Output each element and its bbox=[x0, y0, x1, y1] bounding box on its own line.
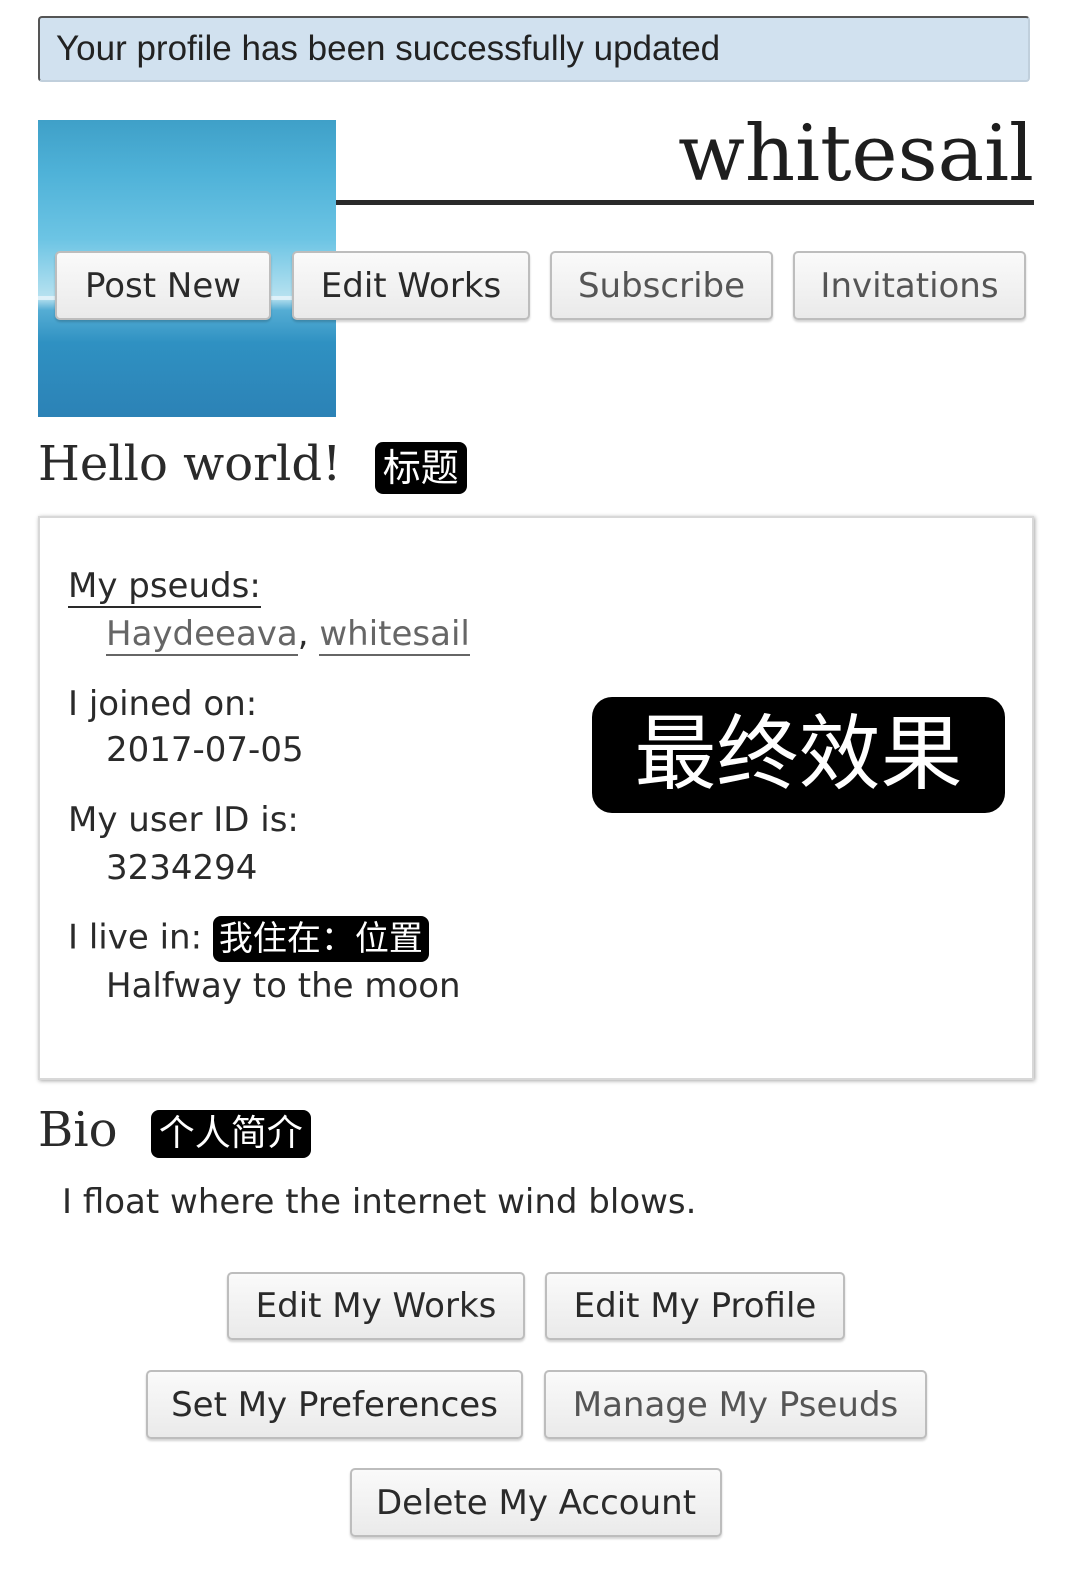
location-value: Halfway to the moon bbox=[106, 966, 461, 1006]
location-label: I live in: bbox=[68, 917, 203, 958]
pseuds-list: Haydeeava, whitesail bbox=[106, 614, 470, 656]
bio-heading-tag: 个人简介 bbox=[150, 1109, 311, 1158]
edit-works-button[interactable]: Edit Works bbox=[292, 251, 530, 320]
invitations-button[interactable]: Invitations bbox=[793, 251, 1026, 320]
delete-my-account-button[interactable]: Delete My Account bbox=[350, 1468, 722, 1537]
page-title: whitesail bbox=[336, 108, 1034, 205]
edit-my-profile-button[interactable]: Edit My Profile bbox=[545, 1272, 845, 1340]
location-tag: 我住在：位置 bbox=[212, 916, 429, 962]
final-result-tag: 最终效果 bbox=[592, 697, 1005, 813]
intro-heading-text: Hello world! bbox=[38, 436, 342, 492]
flash-notice: Your profile has been successfully updat… bbox=[38, 16, 1030, 82]
edit-my-works-button[interactable]: Edit My Works bbox=[227, 1272, 525, 1340]
location-label-row: I live in: 我住在：位置 bbox=[68, 916, 429, 962]
user-id-label: My user ID is: bbox=[68, 800, 299, 840]
pseuds-separator: , bbox=[297, 614, 309, 654]
manage-my-pseuds-button[interactable]: Manage My Pseuds bbox=[544, 1370, 927, 1439]
bio-heading-text: Bio bbox=[38, 1102, 118, 1158]
intro-heading-tag: 标题 bbox=[374, 441, 467, 494]
bio-heading: Bio 个人简介 bbox=[38, 1100, 311, 1160]
pseuds-label: My pseuds: bbox=[68, 566, 261, 608]
pseud-link-whitesail[interactable]: whitesail bbox=[319, 614, 470, 656]
post-new-button[interactable]: Post New bbox=[55, 251, 271, 320]
joined-value: 2017-07-05 bbox=[106, 730, 304, 770]
pseud-link-haydeeava[interactable]: Haydeeava bbox=[106, 614, 298, 656]
user-id-value: 3234294 bbox=[106, 848, 258, 888]
joined-label: I joined on: bbox=[68, 684, 258, 724]
subscribe-button[interactable]: Subscribe bbox=[550, 251, 773, 320]
bio-text: I float where the internet wind blows. bbox=[62, 1182, 697, 1222]
set-my-preferences-button[interactable]: Set My Preferences bbox=[146, 1370, 523, 1439]
intro-heading: Hello world! 标题 bbox=[38, 432, 467, 496]
